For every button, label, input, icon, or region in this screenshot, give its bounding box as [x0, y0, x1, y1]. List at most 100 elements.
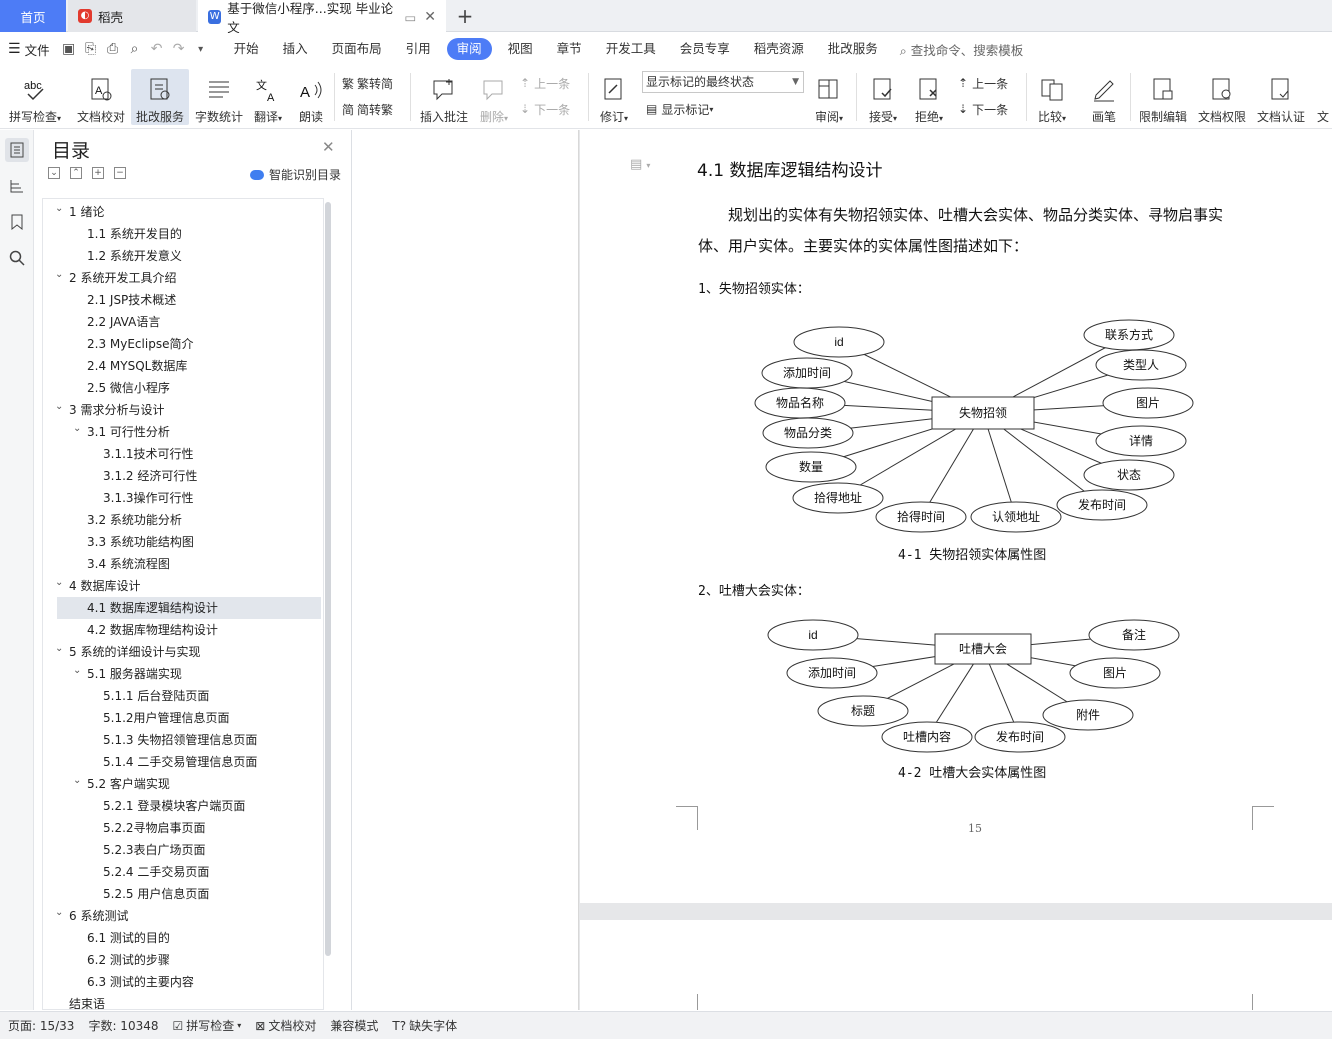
chevron-down-icon[interactable]: ⌄: [55, 396, 63, 418]
simplified-to-traditional-button[interactable]: 简简转繁: [342, 99, 393, 119]
menu-tab[interactable]: 引用: [394, 38, 443, 60]
toc-item[interactable]: 5.2.4 二手交易页面: [43, 861, 321, 883]
chevron-down-icon[interactable]: ⌄: [73, 660, 81, 682]
status-spell-check[interactable]: ☑ 拼写检查 ▾: [173, 1017, 242, 1034]
toc-item[interactable]: ⌄ 3.1 可行性分析: [43, 421, 321, 443]
delete-comment-button[interactable]: 删除▾: [474, 69, 514, 125]
add-heading-icon[interactable]: +: [92, 167, 104, 179]
menu-tab[interactable]: 会员专享: [668, 38, 742, 60]
spell-check-button[interactable]: abc 拼写检查▾: [4, 69, 66, 125]
toc-item[interactable]: 6.3 测试的主要内容: [43, 971, 321, 993]
file-menu[interactable]: ☰ 文件: [0, 40, 58, 59]
compare-button[interactable]: 比较▾: [1032, 69, 1072, 125]
redo-icon[interactable]: ↷: [168, 38, 190, 60]
toc-item[interactable]: 3.3 系统功能结构图: [43, 531, 321, 553]
word-count-indicator[interactable]: 字数: 10348: [88, 1017, 158, 1034]
remove-heading-icon[interactable]: −: [114, 167, 126, 179]
document-certify-button[interactable]: 文档认证: [1252, 69, 1310, 125]
toc-item[interactable]: 4.1 数据库逻辑结构设计: [57, 597, 321, 619]
toc-item[interactable]: 5.2.5 用户信息页面: [43, 883, 321, 905]
chevron-down-icon[interactable]: ⌄: [73, 770, 81, 792]
menu-tab[interactable]: 批改服务: [816, 38, 890, 60]
toc-item[interactable]: 2.3 MyEclipse简介: [43, 333, 321, 355]
document-permission-button[interactable]: 文档权限: [1194, 69, 1250, 125]
missing-font[interactable]: T? 缺失字体: [392, 1017, 457, 1034]
toc-item[interactable]: 5.1.4 二手交易管理信息页面: [43, 751, 321, 773]
toc-item[interactable]: 2.1 JSP技术概述: [43, 289, 321, 311]
toc-item[interactable]: 5.2.3表白广场页面: [43, 839, 321, 861]
tab-home[interactable]: 首页: [0, 0, 66, 32]
toc-item[interactable]: 5.1.2用户管理信息页面: [43, 707, 321, 729]
toc-item[interactable]: ⌄ 1 绪论: [43, 201, 321, 223]
toc-scrollbar[interactable]: [325, 202, 331, 956]
review-pane-button[interactable]: 审阅▾: [808, 69, 850, 125]
tab-daoke[interactable]: ◐ 稻壳: [68, 0, 196, 32]
next-comment-button[interactable]: ⇣ 下一条: [520, 99, 570, 119]
smart-toc-button[interactable]: 智能识别目录: [250, 166, 341, 183]
save-icon[interactable]: ▣: [58, 38, 80, 60]
proofread-button[interactable]: A 文档校对: [72, 69, 130, 125]
toc-item[interactable]: 5.2.1 登录模块客户端页面: [43, 795, 321, 817]
menu-tab[interactable]: 审阅: [446, 38, 492, 60]
toc-item[interactable]: ⌄ 5.2 客户端实现: [43, 773, 321, 795]
paragraph-handle-icon[interactable]: ▤ ▾: [630, 157, 650, 172]
undo-icon[interactable]: ↶: [146, 38, 168, 60]
toc-item[interactable]: 1.2 系统开发意义: [43, 245, 321, 267]
menu-tab[interactable]: 开发工具: [594, 38, 668, 60]
toc-item[interactable]: ⌄ 3 需求分析与设计: [43, 399, 321, 421]
toc-item[interactable]: ⌄ 5 系统的详细设计与实现: [43, 641, 321, 663]
toc-item[interactable]: 2.5 微信小程序: [43, 377, 321, 399]
customize-chevron-icon[interactable]: ▾: [190, 38, 212, 60]
read-aloud-button[interactable]: A 朗读: [292, 69, 330, 125]
compat-mode[interactable]: 兼容模式: [330, 1017, 378, 1034]
toc-item[interactable]: 3.2 系统功能分析: [43, 509, 321, 531]
pin-icon[interactable]: ▭: [404, 10, 416, 25]
traditional-to-simplified-button[interactable]: 繁繁转简: [342, 73, 393, 93]
toc-item[interactable]: 6.1 测试的目的: [43, 927, 321, 949]
close-icon[interactable]: ✕: [424, 9, 436, 25]
markup-display-select[interactable]: 显示标记的最终状态 ▼: [642, 71, 804, 93]
chapter-nav-icon[interactable]: [5, 174, 29, 198]
toc-item[interactable]: 3.1.2 经济可行性: [43, 465, 321, 487]
expand-icon[interactable]: ⌃: [70, 167, 82, 179]
bookmark-icon[interactable]: [5, 210, 29, 234]
toc-item[interactable]: 3.1.1技术可行性: [43, 443, 321, 465]
menu-tab[interactable]: 稻壳资源: [742, 38, 816, 60]
toc-item[interactable]: ⌄ 4 数据库设计: [43, 575, 321, 597]
menu-tab[interactable]: 页面布局: [320, 38, 394, 60]
search-icon[interactable]: [5, 246, 29, 270]
pen-button[interactable]: 画笔: [1082, 69, 1126, 125]
toc-item[interactable]: 2.4 MYSQL数据库: [43, 355, 321, 377]
preview-icon[interactable]: ⌕: [124, 38, 146, 60]
collapse-all-icon[interactable]: ⌄: [48, 167, 60, 179]
toc-item[interactable]: 3.4 系统流程图: [43, 553, 321, 575]
reject-button[interactable]: 拒绝▾: [908, 69, 950, 125]
translate-button[interactable]: 文A 翻译▾: [248, 69, 288, 125]
toc-item[interactable]: ⌄ 5.1 服务器端实现: [43, 663, 321, 685]
chevron-down-icon[interactable]: ⌄: [55, 638, 63, 660]
toc-item[interactable]: 5.1.1 后台登陆页面: [43, 685, 321, 707]
restrict-editing-button[interactable]: 限制编辑: [1134, 69, 1192, 125]
command-search[interactable]: ⌕ 查找命令、搜索模板: [900, 40, 1024, 59]
previous-change-button[interactable]: ⇡ 上一条: [958, 73, 1008, 93]
new-tab-button[interactable]: +: [450, 0, 480, 32]
previous-comment-button[interactable]: ⇡ 上一条: [520, 73, 570, 93]
toc-item[interactable]: ⌄ 2 系统开发工具介绍: [43, 267, 321, 289]
show-markup-button[interactable]: ▤ 显示标记 ▾: [646, 99, 713, 119]
close-icon[interactable]: ✕: [322, 138, 335, 156]
toc-item[interactable]: 结束语: [43, 993, 321, 1009]
chevron-down-icon[interactable]: ⌄: [73, 418, 81, 440]
toc-item[interactable]: 5.2.2寻物启事页面: [43, 817, 321, 839]
menu-tab[interactable]: 插入: [271, 38, 320, 60]
menu-tab[interactable]: 开始: [222, 38, 271, 60]
more-ribbon-button[interactable]: 文: [1314, 69, 1332, 125]
correction-service-button[interactable]: 批改服务: [131, 69, 189, 125]
toc-item[interactable]: 2.2 JAVA语言: [43, 311, 321, 333]
export-pdf-icon[interactable]: ⎘: [80, 38, 102, 60]
toc-item[interactable]: 6.2 测试的步骤: [43, 949, 321, 971]
toc-item[interactable]: 4.2 数据库物理结构设计: [43, 619, 321, 641]
insert-comment-button[interactable]: 插入批注: [416, 69, 472, 125]
chevron-down-icon[interactable]: ⌄: [55, 572, 63, 594]
chevron-down-icon[interactable]: ⌄: [55, 902, 63, 924]
word-count-button[interactable]: 字数统计: [192, 69, 246, 125]
